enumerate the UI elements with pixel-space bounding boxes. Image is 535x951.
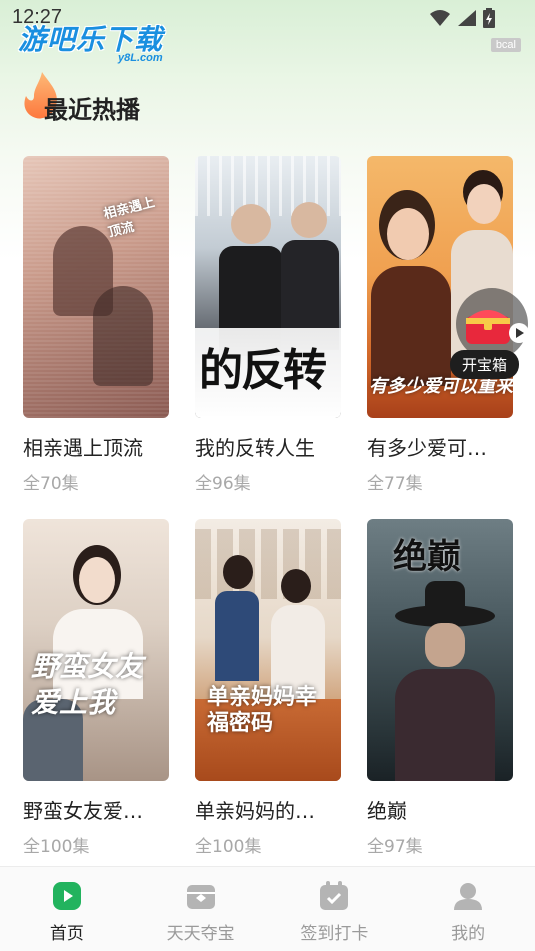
wifi-icon [430, 10, 450, 26]
poster-text: 野蛮女友爱上我 [31, 650, 144, 719]
user-icon [454, 883, 483, 910]
drama-episodes: 全100集 [23, 837, 90, 857]
drama-poster[interactable]: 单亲妈妈幸福密码 [195, 519, 341, 781]
drama-episodes: 全70集 [23, 474, 79, 494]
play-icon [52, 882, 81, 910]
drama-poster[interactable]: 绝巅 [367, 519, 513, 781]
bcal-badge: bcal [490, 38, 521, 52]
signal-icon [458, 10, 476, 26]
poster-text: 单亲妈妈幸福密码 [207, 685, 318, 736]
watermark-logo: 游吧乐下载 y8L.com [18, 18, 188, 68]
drama-title: 野蛮女友爱… [23, 799, 143, 823]
tab-treasure[interactable]: 天天夺宝 [134, 867, 268, 951]
drama-title: 绝巅 [367, 799, 407, 823]
tab-checkin[interactable]: 签到打卡 [268, 867, 402, 951]
drama-card[interactable]: 单亲妈妈幸福密码 单亲妈妈的… 全100集 [195, 519, 341, 857]
tab-profile[interactable]: 我的 [401, 867, 535, 951]
tab-label: 首页 [49, 924, 84, 944]
section-title: 最近热播 [44, 96, 140, 124]
play-badge-icon [509, 323, 529, 343]
drama-episodes: 全77集 [367, 474, 423, 494]
drama-card[interactable]: 的反转 我的反转人生 全96集 [195, 156, 341, 494]
drama-episodes: 全97集 [367, 837, 423, 857]
treasure-chest-icon [466, 310, 510, 344]
watermark-sub: y8L.com [118, 52, 163, 64]
treasure-icon [186, 885, 215, 909]
drama-poster[interactable]: 的反转 [195, 156, 341, 418]
drama-title: 有多少爱可… [367, 436, 487, 460]
drama-card[interactable]: 绝巅 绝巅 全97集 [367, 519, 513, 857]
tab-home[interactable]: 首页 [0, 867, 134, 951]
tab-label: 天天夺宝 [166, 924, 235, 944]
status-icons [429, 8, 495, 28]
poster-text: 绝巅 [393, 537, 461, 577]
drama-title: 我的反转人生 [195, 436, 315, 460]
drama-poster[interactable]: 野蛮女友爱上我 [23, 519, 169, 781]
section-header: 最近热播 [20, 70, 320, 130]
drama-card[interactable]: 野蛮女友爱上我 野蛮女友爱… 全100集 [23, 519, 169, 857]
calendar-check-icon [320, 881, 349, 910]
poster-text: 的反转 [199, 345, 327, 396]
battery-icon [483, 8, 495, 28]
tab-label: 我的 [451, 924, 486, 944]
drama-episodes: 全100集 [195, 837, 262, 857]
drama-poster[interactable]: 相亲遇上顶流 [23, 156, 169, 418]
bottom-tab-bar: 首页 天天夺宝 签到打卡 我的 [0, 866, 535, 951]
treasure-chest-button[interactable]: 开宝箱 [448, 288, 532, 382]
drama-title: 相亲遇上顶流 [23, 436, 143, 460]
drama-card[interactable]: 相亲遇上顶流 相亲遇上顶流 全70集 [23, 156, 169, 494]
tab-label: 签到打卡 [300, 924, 369, 944]
drama-title: 单亲妈妈的… [195, 799, 315, 823]
treasure-label: 开宝箱 [450, 350, 520, 379]
drama-episodes: 全96集 [195, 474, 251, 494]
